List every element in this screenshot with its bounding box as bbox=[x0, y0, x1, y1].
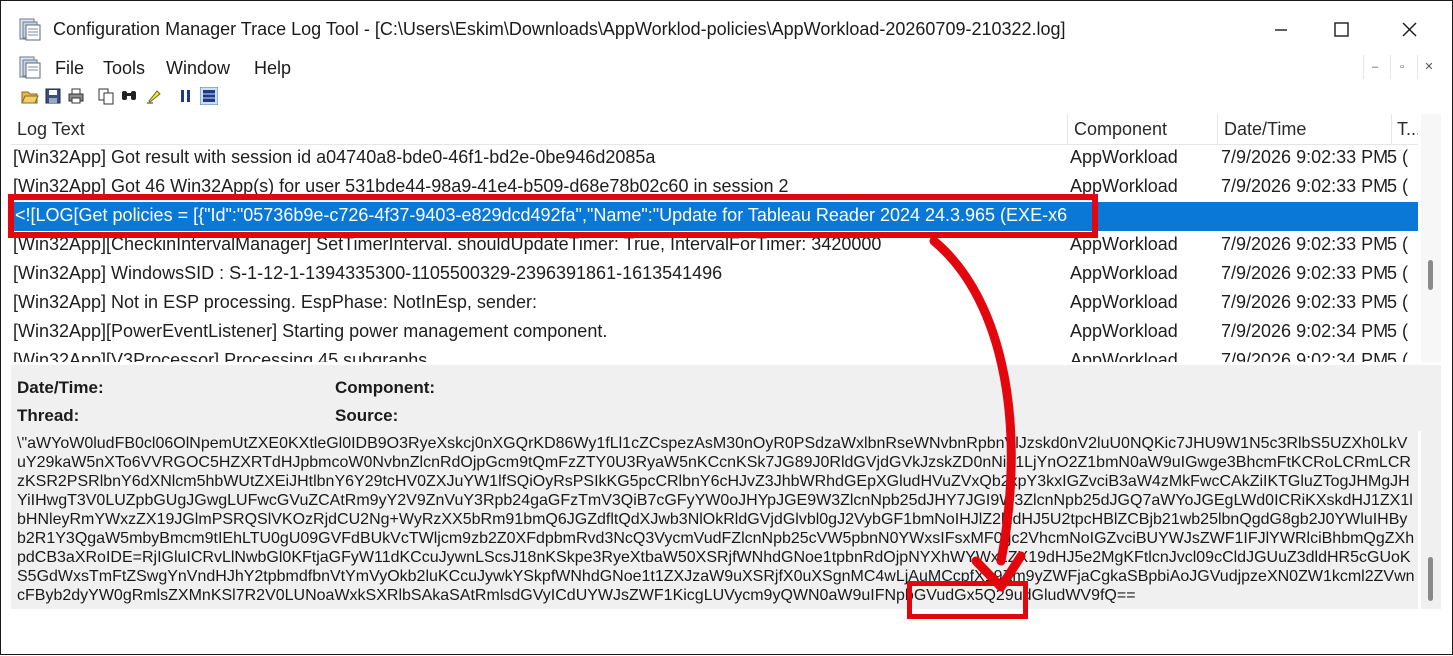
mdi-close-button[interactable]: ✕ bbox=[1417, 55, 1440, 79]
menu-file[interactable]: File bbox=[55, 58, 84, 79]
maximize-icon[interactable] bbox=[1326, 15, 1356, 45]
columns-icon[interactable] bbox=[200, 87, 218, 105]
mdi-minimize-button[interactable]: – bbox=[1363, 55, 1386, 79]
open-icon[interactable] bbox=[21, 87, 39, 105]
menu-tools[interactable]: Tools bbox=[103, 58, 145, 79]
log-thread: 5 ( bbox=[1387, 234, 1409, 254]
log-datetime: 7/9/2026 9:02:33 PM bbox=[1221, 263, 1389, 283]
document-icon[interactable] bbox=[19, 55, 43, 79]
log-datetime: 7/9/2026 9:02:33 PM bbox=[1221, 234, 1389, 254]
log-thread: 5 ( bbox=[1387, 263, 1409, 283]
log-grid[interactable]: Log Text Component Date/Time T... [Win32… bbox=[11, 114, 1418, 362]
log-detail-content: \"aWYoW0ludFB0cl06OlNpemUtZXE0KXtleGl0ID… bbox=[17, 435, 1415, 604]
log-component: AppWorkload bbox=[1070, 292, 1178, 312]
column-separator[interactable] bbox=[1391, 114, 1392, 144]
highlight-icon[interactable] bbox=[145, 87, 163, 105]
highlight-truncation bbox=[907, 581, 1028, 619]
window-title: Configuration Manager Trace Log Tool - [… bbox=[53, 19, 1066, 39]
component-label: Component: bbox=[335, 378, 436, 397]
log-component: AppWorkload bbox=[1070, 321, 1178, 341]
log-row[interactable]: [Win32App] Got result with session id a0… bbox=[11, 144, 1418, 173]
title-bar[interactable]: Configuration Manager Trace Log Tool - [… bbox=[1, 1, 1452, 57]
log-datetime: 7/9/2026 9:02:33 PM bbox=[1221, 292, 1389, 312]
column-component[interactable]: Component bbox=[1074, 119, 1167, 140]
log-component: AppWorkload bbox=[1070, 263, 1178, 283]
log-text: [Win32App] Not in ESP processing. EspPha… bbox=[13, 292, 537, 312]
menu-window[interactable]: Window bbox=[166, 58, 230, 79]
log-datetime: 7/9/2026 9:02:34 PM bbox=[1221, 321, 1389, 341]
log-text: [Win32App] Got result with session id a0… bbox=[13, 147, 656, 167]
log-thread: 5 ( bbox=[1387, 321, 1409, 341]
menu-help[interactable]: Help bbox=[254, 58, 291, 79]
minimize-icon[interactable] bbox=[1266, 15, 1296, 45]
log-component: AppWorkload bbox=[1070, 147, 1178, 167]
datetime-label: Date/Time: bbox=[17, 378, 104, 397]
column-separator[interactable] bbox=[1217, 114, 1218, 144]
column-thread[interactable]: T... bbox=[1397, 119, 1418, 140]
log-text: [Win32App] WindowsSID : S-1-12-1-1394335… bbox=[13, 263, 723, 283]
log-row[interactable]: [Win32App][PowerEventListener] Starting … bbox=[11, 318, 1418, 347]
log-thread: 5 ( bbox=[1387, 176, 1409, 196]
close-icon[interactable] bbox=[1394, 15, 1424, 45]
log-detail-text[interactable]: \"aWYoW0ludFB0cl06OlNpemUtZXE0KXtleGl0ID… bbox=[11, 431, 1418, 609]
source-label: Source: bbox=[335, 406, 399, 425]
app-icon bbox=[19, 18, 41, 41]
mdi-restore-button[interactable]: ▫ bbox=[1390, 55, 1413, 79]
log-datetime: 7/9/2026 9:02:34 PM bbox=[1221, 350, 1389, 362]
log-row[interactable]: [Win32App] Not in ESP processing. EspPha… bbox=[11, 289, 1418, 318]
find-icon[interactable] bbox=[120, 87, 138, 105]
log-row[interactable]: [Win32App][V3Processor] Processing 45 su… bbox=[11, 347, 1418, 362]
log-component: AppWorkload bbox=[1070, 350, 1178, 362]
details-panel: Date/Time: Component: Thread: Source: bbox=[11, 365, 1441, 431]
log-thread: 5 ( bbox=[1387, 350, 1409, 362]
detail-scrollbar[interactable] bbox=[1421, 431, 1441, 609]
app-window: Configuration Manager Trace Log Tool - [… bbox=[0, 0, 1453, 655]
pause-icon[interactable] bbox=[177, 87, 195, 105]
log-text: [Win32App][PowerEventListener] Starting … bbox=[13, 321, 608, 341]
log-thread: 5 ( bbox=[1387, 292, 1409, 312]
grid-scrollbar[interactable] bbox=[1421, 114, 1441, 362]
grid-header: Log Text Component Date/Time T... bbox=[11, 114, 1418, 145]
column-log-text[interactable]: Log Text bbox=[17, 119, 85, 140]
log-thread: 5 ( bbox=[1387, 147, 1409, 167]
save-icon[interactable] bbox=[44, 87, 62, 105]
log-datetime: 7/9/2026 9:02:33 PM bbox=[1221, 176, 1389, 196]
column-datetime[interactable]: Date/Time bbox=[1224, 119, 1306, 140]
print-icon[interactable] bbox=[67, 87, 85, 105]
status-bar bbox=[1, 613, 1452, 654]
column-separator[interactable] bbox=[1067, 114, 1068, 144]
copy-icon[interactable] bbox=[97, 87, 115, 105]
log-datetime: 7/9/2026 9:02:33 PM bbox=[1221, 147, 1389, 167]
log-text: [Win32App][V3Processor] Processing 45 su… bbox=[13, 350, 433, 362]
highlight-selected-row bbox=[8, 194, 1098, 238]
thread-label: Thread: bbox=[17, 406, 80, 425]
log-row[interactable]: [Win32App] WindowsSID : S-1-12-1-1394335… bbox=[11, 260, 1418, 289]
